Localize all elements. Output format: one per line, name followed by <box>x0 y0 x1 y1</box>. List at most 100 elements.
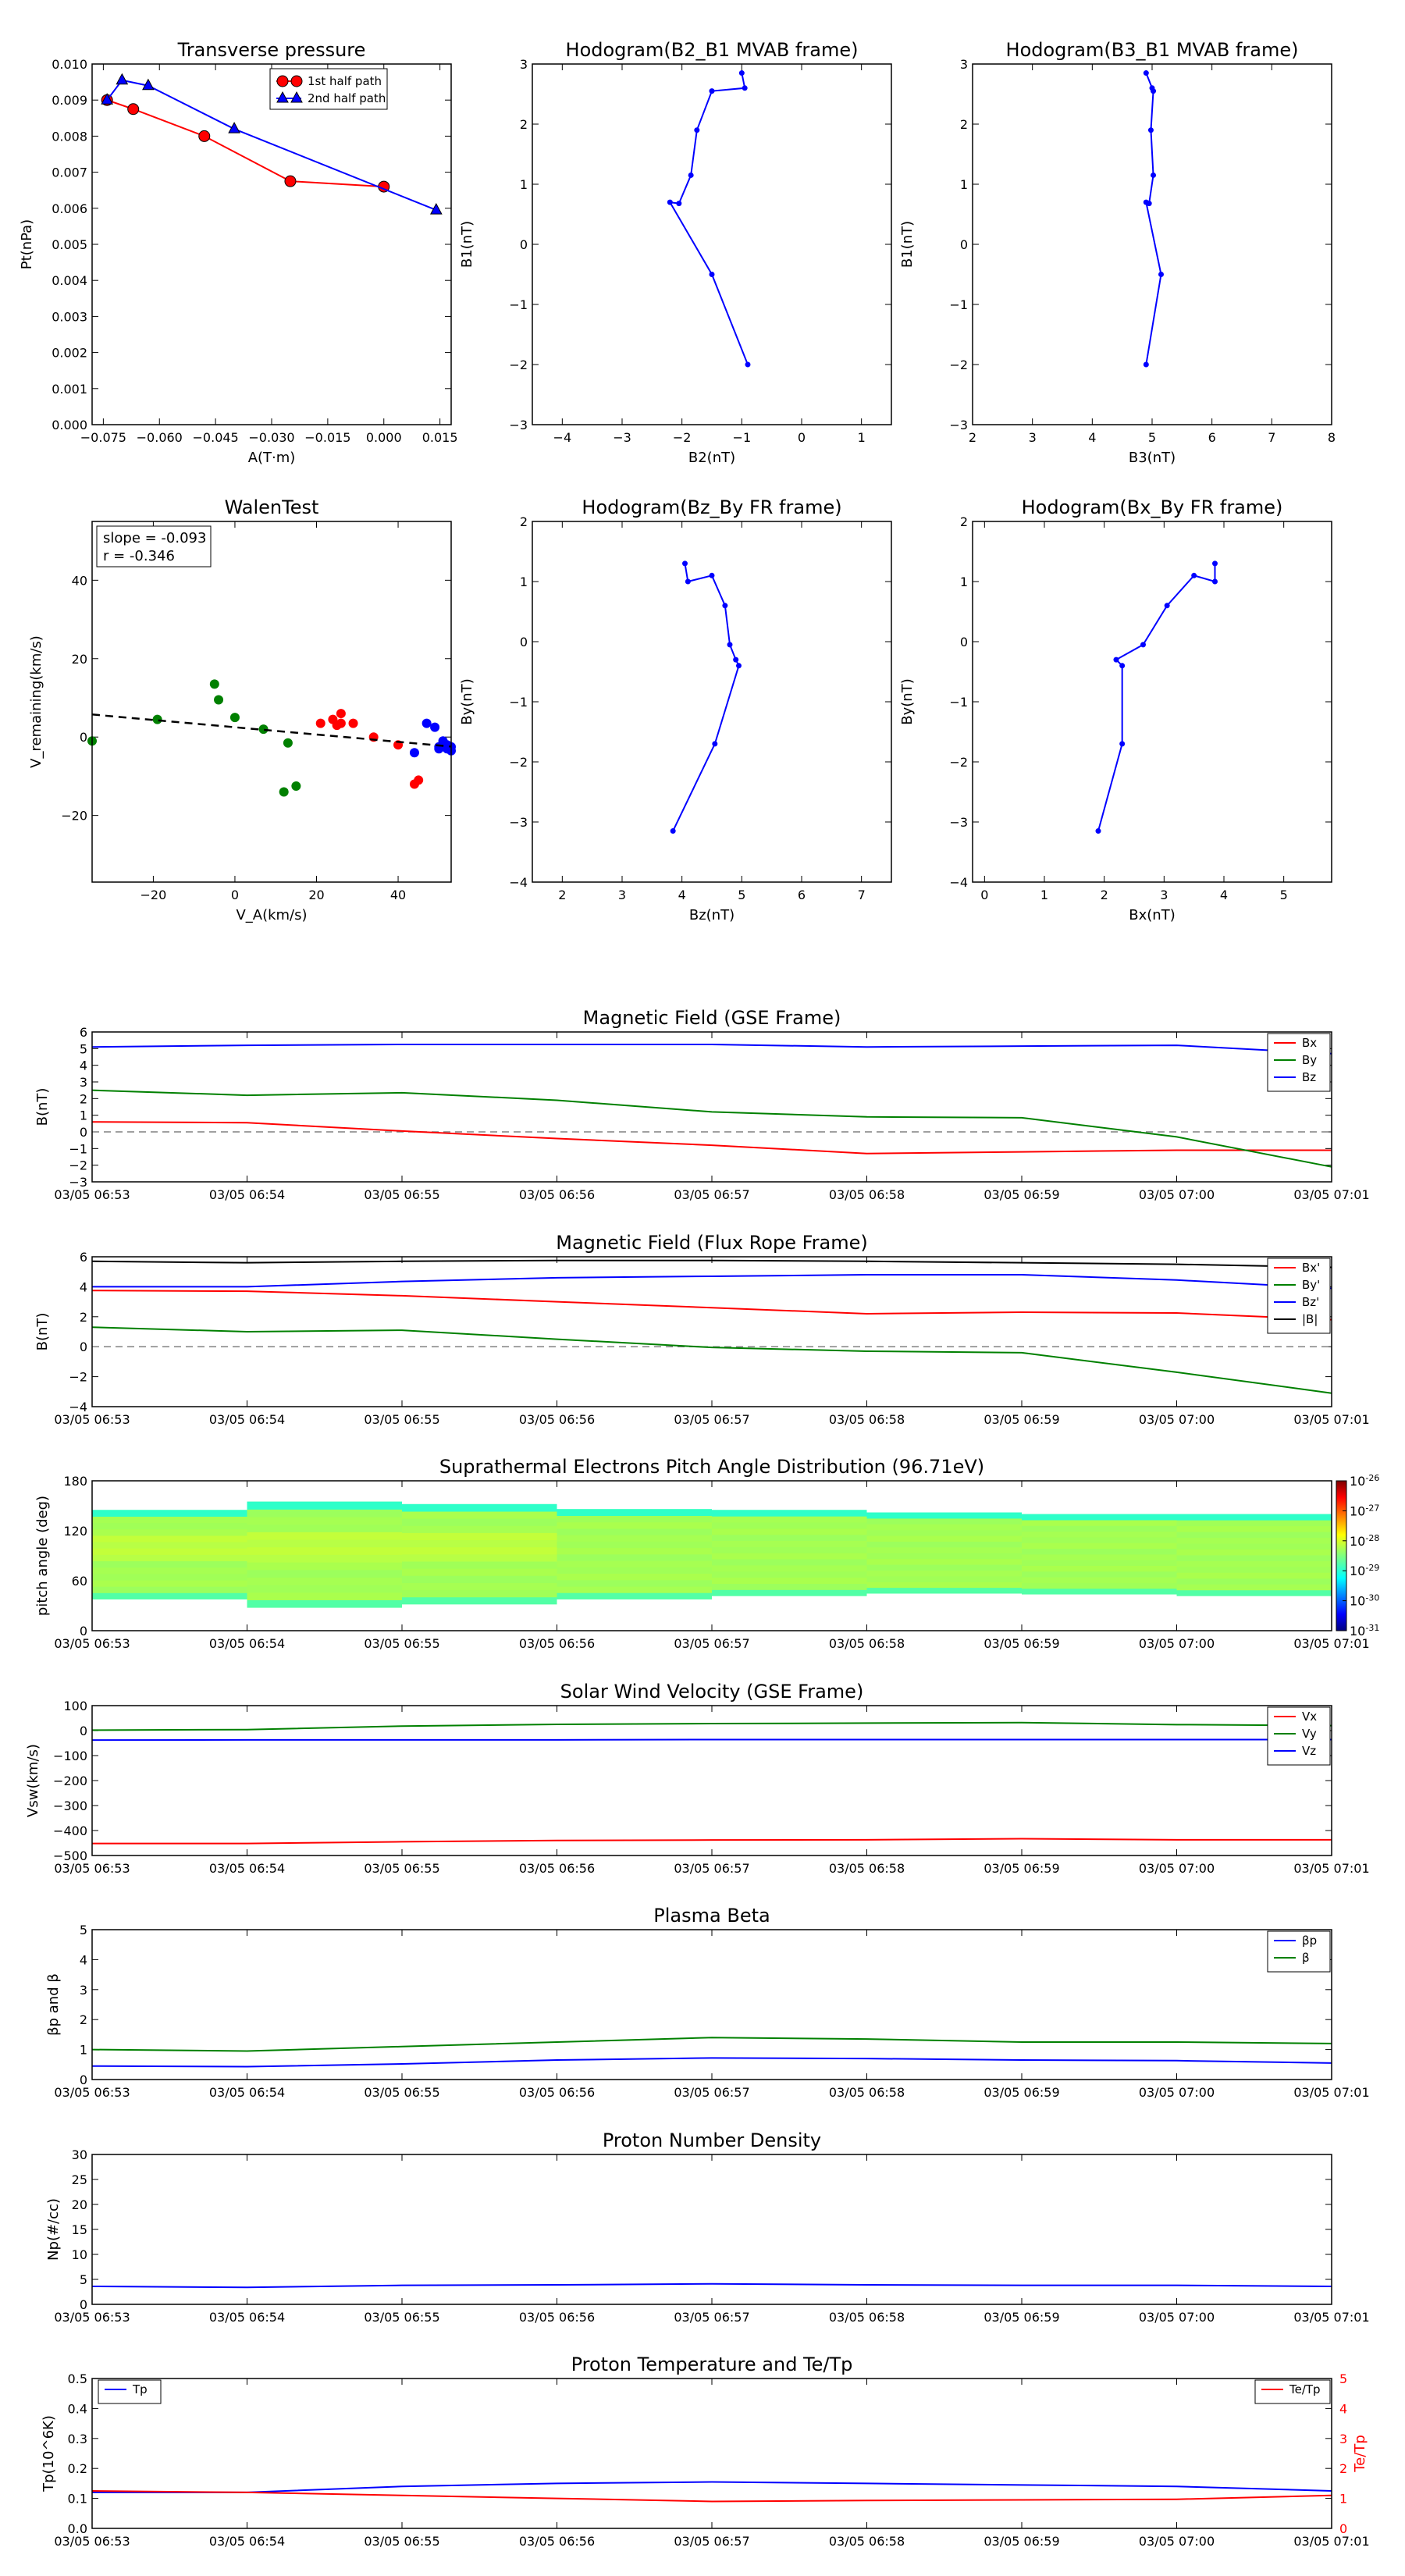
data-point <box>229 713 240 723</box>
legend-label: Bz <box>1302 1070 1316 1084</box>
colorbar-tick-label: 10-26 <box>1350 1473 1379 1489</box>
x-tick-label: 03/05 07:00 <box>1139 2310 1215 2325</box>
plot-area <box>92 64 451 425</box>
x-tick-label: 03/05 06:54 <box>209 2310 285 2325</box>
x-tick-label: 4 <box>678 888 686 902</box>
y-tick-label: 5 <box>80 1923 87 1937</box>
legend-label: Vx <box>1302 1710 1317 1724</box>
data-point <box>336 718 346 728</box>
heatmap-cell <box>92 1580 247 1587</box>
heatmap-cell <box>402 1546 557 1555</box>
legend-label: Bx' <box>1302 1261 1320 1275</box>
heatmap-cell <box>557 1573 712 1581</box>
heatmap-cell <box>1022 1525 1177 1532</box>
legend-label: Vz <box>1302 1744 1316 1758</box>
data-point <box>667 199 673 205</box>
y-tick-label: 1 <box>80 1108 87 1123</box>
data-point <box>290 75 303 87</box>
data-point <box>1140 642 1146 648</box>
x-tick-label: 03/05 06:56 <box>519 2310 595 2325</box>
chart-title: Transverse pressure <box>177 39 366 61</box>
x-tick-label: 03/05 06:54 <box>209 1861 285 1876</box>
heatmap-cell <box>866 1546 1022 1553</box>
series-line <box>91 1738 1332 1742</box>
heatmap-cell <box>247 1509 402 1517</box>
x-tick-label: 1 <box>858 430 866 445</box>
y-tick-label: −100 <box>53 1749 87 1763</box>
x-axis-label: V_A(km/s) <box>236 907 307 923</box>
y-right-tick-label: 4 <box>1339 2401 1347 2416</box>
data-point <box>152 714 162 724</box>
x-tick-label: 03/05 06:54 <box>209 1187 285 1202</box>
x-tick-label: 03/05 06:57 <box>674 1636 749 1651</box>
x-tick-label: 03/05 06:56 <box>519 1412 595 1427</box>
heatmap-cell <box>1176 1543 1332 1550</box>
heatmap-cell <box>712 1540 867 1547</box>
heatmap-cell <box>557 1535 712 1542</box>
y-tick-label: 0 <box>80 730 87 745</box>
data-point <box>682 560 688 567</box>
heatmap-cell <box>1022 1519 1177 1526</box>
plot-area <box>92 1032 1332 1182</box>
heatmap-cell <box>866 1524 1022 1531</box>
chart-title: Hodogram(B3_B1 MVAB frame) <box>1006 39 1299 61</box>
x-axis-label: Bx(nT) <box>1129 907 1175 923</box>
heatmap-cell <box>247 1546 402 1555</box>
x-tick-label: 03/05 06:54 <box>209 1636 285 1651</box>
data-point <box>1151 172 1157 178</box>
heatmap-cell <box>712 1528 867 1535</box>
y-tick-label: 0 <box>960 635 968 649</box>
y-tick-label: 2 <box>520 117 528 132</box>
heatmap-cell <box>712 1564 867 1572</box>
y-tick-label: −4 <box>949 875 968 890</box>
legend-label: By' <box>1302 1278 1320 1292</box>
y-right-tick-label: 2 <box>1339 2461 1347 2476</box>
heatmap-cell <box>866 1512 1022 1519</box>
heatmap-cell <box>557 1509 712 1516</box>
data-point <box>742 85 748 91</box>
x-tick-label: 7 <box>858 888 866 902</box>
data-point <box>315 718 325 728</box>
heatmap-cell <box>866 1517 1022 1525</box>
y-tick-label: 0.004 <box>52 273 87 288</box>
y-tick-label: −1 <box>69 1141 87 1156</box>
y-tick-label: 0.1 <box>68 2492 87 2507</box>
x-tick-label: −1 <box>733 430 752 445</box>
plot-area <box>92 1706 1332 1856</box>
y-right-tick-label: 5 <box>1339 2371 1347 2386</box>
heatmap-cell <box>247 1562 402 1571</box>
chart-hodo3: Hodogram(Bz_By FR frame) −4 −3 −2 −1 0 1 2 2 3 4 5 6… <box>459 496 892 923</box>
colorbar <box>1336 1480 1347 1631</box>
data-point <box>738 70 745 76</box>
y-axis-label: B1(nT) <box>459 221 475 268</box>
y-tick-label: −3 <box>949 815 968 830</box>
x-tick-label: 03/05 06:55 <box>364 1187 439 1202</box>
x-tick-label: 5 <box>1148 430 1156 445</box>
x-tick-label: 03/05 06:59 <box>984 1636 1059 1651</box>
heatmap-cell <box>402 1503 557 1512</box>
heatmap-cell <box>1022 1542 1177 1550</box>
colorbar-tick-label: 10-28 <box>1350 1532 1379 1549</box>
heatmap-cell <box>712 1559 867 1566</box>
heatmap-cell <box>402 1525 557 1533</box>
x-tick-label: 03/05 07:01 <box>1293 1861 1369 1876</box>
heatmap-cell <box>557 1592 712 1599</box>
y-tick-label: 15 <box>72 2222 87 2237</box>
legend-label: βp <box>1302 1934 1317 1948</box>
heatmap-cell <box>402 1518 557 1526</box>
x-tick-label: 03/05 06:53 <box>54 1187 130 1202</box>
x-tick-label: 0.000 <box>366 430 402 445</box>
y-tick-label: 1 <box>960 575 968 589</box>
y-tick-label: 0.3 <box>68 2432 87 2446</box>
heatmap-cell <box>557 1560 712 1567</box>
y-right-tick-label: 3 <box>1339 2432 1347 2446</box>
heatmap-cell <box>557 1579 712 1587</box>
x-tick-label: 03/05 06:55 <box>364 1412 439 1427</box>
data-point <box>414 775 424 785</box>
x-tick-label: 03/05 06:53 <box>54 2310 130 2325</box>
y-right-tick-label: 1 <box>1339 2492 1347 2507</box>
x-tick-label: 03/05 06:56 <box>519 1187 595 1202</box>
heatmap-cell <box>557 1547 712 1555</box>
plot-area <box>92 2154 1332 2304</box>
heatmap-cell <box>712 1510 867 1517</box>
